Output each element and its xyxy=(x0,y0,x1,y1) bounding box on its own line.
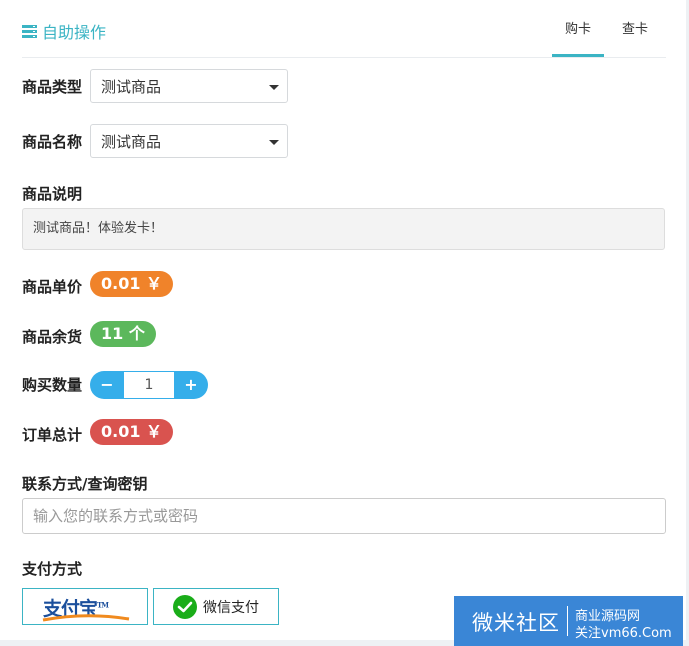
watermark-divider xyxy=(567,606,568,636)
quantity-value[interactable]: 1 xyxy=(124,371,174,399)
quantity-label: 购买数量 xyxy=(22,376,83,394)
caret-down-icon xyxy=(269,85,279,90)
tab-query-card[interactable]: 查卡 xyxy=(622,18,648,37)
order-total-label: 订单总计 xyxy=(22,426,83,444)
product-name-select[interactable]: 测试商品 xyxy=(90,124,288,158)
watermark-banner: 微米社区 商业源码网 关注vm66.Com xyxy=(454,596,683,646)
card-header: 自助操作 购卡 查卡 xyxy=(0,0,686,58)
panel-title: 自助操作 xyxy=(22,19,106,43)
product-desc-label: 商品说明 xyxy=(22,185,83,203)
watermark-line2: 关注vm66.Com xyxy=(575,626,672,641)
payment-method-label: 支付方式 xyxy=(22,560,83,578)
caret-down-icon xyxy=(269,140,279,145)
wechat-pay-icon xyxy=(173,594,197,619)
alipay-swoosh-icon xyxy=(42,614,130,622)
stock-badge: 11 个 xyxy=(90,321,156,347)
unit-price-badge: 0.01 ￥ xyxy=(90,271,174,297)
alipay-button[interactable]: 支付宝TM xyxy=(22,588,148,625)
watermark-main-text: 微米社区 xyxy=(472,611,560,635)
tab-buy-card[interactable]: 购卡 xyxy=(552,18,605,57)
product-type-label: 商品类型 xyxy=(22,78,83,96)
purchase-card: 自助操作 购卡 查卡 商品类型 测试商品 商品名称 测试商品 商品说明 测试商品… xyxy=(0,0,686,640)
wechat-pay-label: 微信支付 xyxy=(203,599,259,616)
quantity-minus-button[interactable]: − xyxy=(90,371,124,399)
header-divider xyxy=(22,57,666,58)
product-desc-box: 测试商品！体验发卡！ xyxy=(22,208,665,250)
order-total-badge: 0.01 ￥ xyxy=(90,419,174,445)
product-type-value: 测试商品 xyxy=(101,78,162,96)
product-name-value: 测试商品 xyxy=(101,133,162,151)
quantity-plus-button[interactable]: + xyxy=(174,371,208,399)
contact-label: 联系方式/查询密钥 xyxy=(22,475,148,493)
stock-label: 商品余货 xyxy=(22,328,83,346)
product-name-label: 商品名称 xyxy=(22,133,83,151)
product-type-select[interactable]: 测试商品 xyxy=(90,69,288,103)
server-list-icon xyxy=(22,24,37,38)
wechat-pay-button[interactable]: 微信支付 xyxy=(153,588,279,625)
quantity-stepper: − 1 + xyxy=(90,371,208,399)
alipay-trademark: TM xyxy=(97,600,109,610)
tab-buy-card-label: 购卡 xyxy=(565,22,592,37)
panel-title-text: 自助操作 xyxy=(42,23,107,42)
unit-price-label: 商品单价 xyxy=(22,278,83,296)
tab-query-card-label: 查卡 xyxy=(622,22,649,37)
contact-input[interactable] xyxy=(22,498,666,534)
